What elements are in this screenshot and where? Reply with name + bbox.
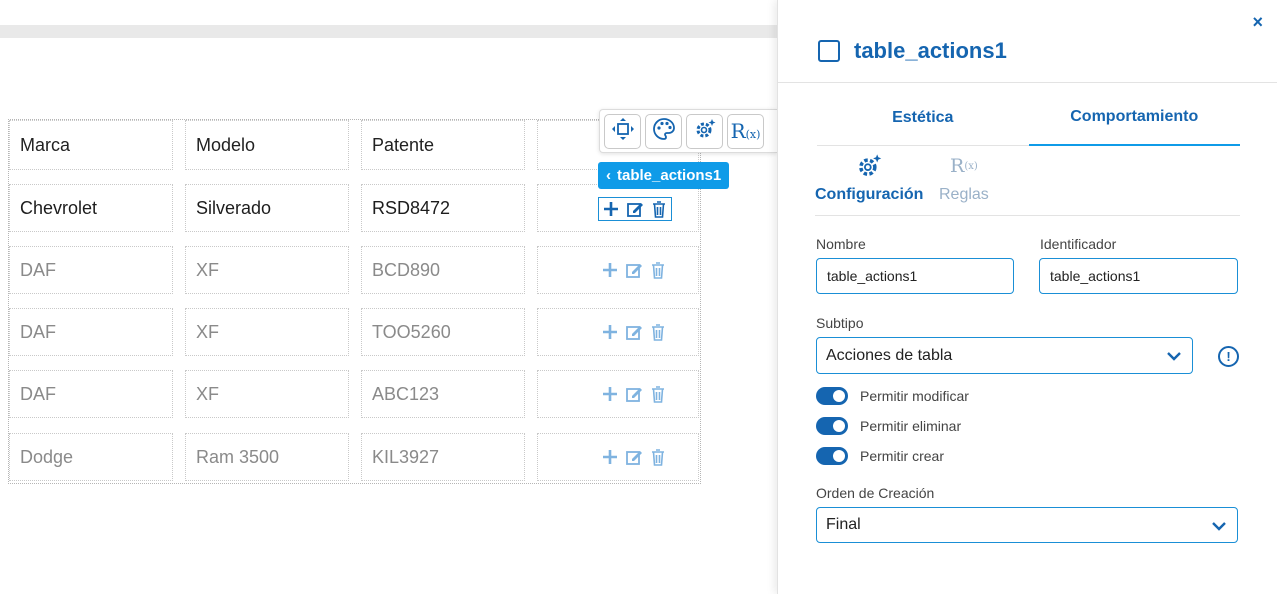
info-icon[interactable]: ! <box>1218 346 1239 367</box>
add-icon[interactable] <box>598 383 622 405</box>
orden-value: Final <box>826 516 861 533</box>
edit-icon[interactable] <box>623 198 647 220</box>
tab-comportamiento[interactable]: Comportamiento <box>1028 90 1240 146</box>
palette-icon <box>652 117 676 146</box>
row-actions[interactable] <box>598 383 670 405</box>
add-icon[interactable] <box>599 198 623 220</box>
add-icon[interactable] <box>598 446 622 468</box>
toggle-label: Permitir crear <box>860 448 945 464</box>
table-row: DAF XF ABC123 <box>9 370 700 418</box>
edit-icon[interactable] <box>622 446 646 468</box>
cell-patente: TOO5260 <box>361 308 525 356</box>
trash-icon[interactable] <box>646 321 670 343</box>
subtipo-label: Subtipo <box>816 315 864 331</box>
edit-icon[interactable] <box>622 321 646 343</box>
tab-estetica[interactable]: Estética <box>817 90 1029 146</box>
row-actions[interactable] <box>598 259 670 281</box>
rules-sub: (x) <box>964 160 978 172</box>
rules-icon: R(x) <box>950 152 978 180</box>
cell-marca: DAF <box>9 308 173 356</box>
trash-icon[interactable] <box>646 259 670 281</box>
rules-sub: (x) <box>745 128 761 141</box>
toggle-label: Permitir modificar <box>860 388 969 404</box>
rules-glyph: R <box>950 155 965 177</box>
switch[interactable] <box>816 447 848 465</box>
trash-icon[interactable] <box>646 383 670 405</box>
properties-panel: × table_actions1 Estética Comportamiento… <box>777 0 1277 594</box>
header-patente: Patente <box>361 120 525 170</box>
panel-title: table_actions1 <box>818 38 1007 64</box>
subtab-label: Reglas <box>939 186 989 203</box>
panel-tabs: Estética Comportamiento <box>817 90 1240 146</box>
table-header-row: Marca Modelo Patente <box>9 120 700 170</box>
toggle-permitir-eliminar[interactable]: Permitir eliminar <box>816 417 961 435</box>
identificador-input[interactable] <box>1039 258 1238 294</box>
row-actions[interactable] <box>598 321 670 343</box>
nombre-input[interactable] <box>816 258 1014 294</box>
table-row: Chevrolet Silverado RSD8472 <box>9 184 700 232</box>
table-row: DAF XF BCD890 <box>9 246 700 294</box>
cell-modelo: XF <box>185 246 349 294</box>
panel-subtabs: Configuración R (x) Reglas <box>815 152 1240 216</box>
add-icon[interactable] <box>598 321 622 343</box>
subtab-reglas[interactable]: R (x) Reglas <box>939 152 989 204</box>
subtipo-select[interactable]: Acciones de tabla <box>816 337 1193 374</box>
orden-select[interactable]: Final <box>816 507 1238 543</box>
rules-glyph: R <box>730 119 746 143</box>
switch[interactable] <box>816 387 848 405</box>
nombre-label: Nombre <box>816 236 866 252</box>
subtipo-value: Acciones de tabla <box>826 346 953 364</box>
chevron-down-icon <box>1211 518 1227 539</box>
cell-patente: BCD890 <box>361 246 525 294</box>
cell-modelo: Ram 3500 <box>185 433 349 481</box>
cell-patente: RSD8472 <box>361 184 525 232</box>
table-row: Dodge Ram 3500 KIL3927 <box>9 433 700 481</box>
row-actions[interactable] <box>598 446 670 468</box>
identificador-label: Identificador <box>1040 236 1117 252</box>
cell-patente: KIL3927 <box>361 433 525 481</box>
header-marca: Marca <box>9 120 173 170</box>
move-button[interactable] <box>604 113 641 149</box>
chevron-left-icon: ‹ <box>606 167 611 184</box>
trash-icon[interactable] <box>647 198 671 220</box>
behavior-button[interactable] <box>686 113 723 149</box>
trash-icon[interactable] <box>646 446 670 468</box>
toggle-label: Permitir eliminar <box>860 418 962 434</box>
toggle-permitir-crear[interactable]: Permitir crear <box>816 447 944 465</box>
cell-patente: ABC123 <box>361 370 525 418</box>
canvas-top-bar <box>0 25 778 38</box>
divider <box>778 82 1277 83</box>
cell-marca: DAF <box>9 246 173 294</box>
gear-sparkle-icon <box>855 152 883 180</box>
cell-marca: Dodge <box>9 433 173 481</box>
subtab-configuracion[interactable]: Configuración <box>815 152 923 204</box>
switch[interactable] <box>816 417 848 435</box>
orden-label: Orden de Creación <box>816 485 935 501</box>
element-toolbar: R(x) <box>599 109 777 153</box>
rules-button[interactable]: R(x) <box>727 113 764 149</box>
checkbox-icon <box>818 40 840 62</box>
rules-icon: R(x) <box>731 119 761 143</box>
cell-modelo: XF <box>185 370 349 418</box>
selected-element-badge[interactable]: ‹ table_actions1 <box>598 162 730 189</box>
add-icon[interactable] <box>598 259 622 281</box>
toggle-permitir-modificar[interactable]: Permitir modificar <box>816 387 969 405</box>
cell-modelo: Silverado <box>185 184 349 232</box>
move-icon <box>611 117 635 146</box>
panel-title-text: table_actions1 <box>854 38 1007 63</box>
cell-marca: DAF <box>9 370 173 418</box>
subtab-label: Configuración <box>815 186 924 203</box>
close-icon[interactable]: × <box>1252 12 1263 33</box>
badge-label: table_actions1 <box>617 167 722 184</box>
style-button[interactable] <box>645 113 682 149</box>
header-modelo: Modelo <box>185 120 349 170</box>
cell-marca: Chevrolet <box>9 184 173 232</box>
cell-modelo: XF <box>185 308 349 356</box>
edit-icon[interactable] <box>622 383 646 405</box>
row-actions-selected[interactable] <box>598 197 672 221</box>
edit-icon[interactable] <box>622 259 646 281</box>
table-row: DAF XF TOO5260 <box>9 308 700 356</box>
gear-sparkle-icon <box>693 117 717 146</box>
chevron-down-icon <box>1166 348 1182 369</box>
